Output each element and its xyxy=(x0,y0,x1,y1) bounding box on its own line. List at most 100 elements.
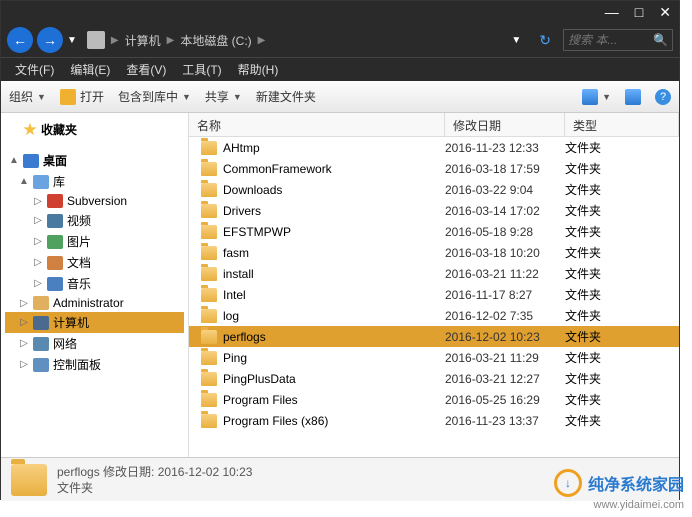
pictures-icon xyxy=(47,235,63,249)
file-type: 文件夹 xyxy=(565,265,679,282)
menu-tools[interactable]: 工具(T) xyxy=(176,59,227,80)
watermark-logo-icon xyxy=(554,469,582,497)
menu-help[interactable]: 帮助(H) xyxy=(232,59,285,80)
file-name: log xyxy=(223,309,445,323)
file-name: Drivers xyxy=(223,204,445,218)
breadcrumb[interactable]: ▶ 计算机 ▶ 本地磁盘 (C:) ▶ xyxy=(87,31,507,49)
tree-documents[interactable]: ▷文档 xyxy=(5,252,184,273)
tree-controlpanel[interactable]: ▷控制面板 xyxy=(5,354,184,375)
folder-icon xyxy=(201,288,217,302)
file-row[interactable]: Downloads2016-03-22 9:04文件夹 xyxy=(189,179,679,200)
back-button[interactable]: ← xyxy=(7,27,33,53)
file-row[interactable]: EFSTMPWP2016-05-18 9:28文件夹 xyxy=(189,221,679,242)
folder-icon xyxy=(201,204,217,218)
organize-button[interactable]: 组织▼ xyxy=(9,88,46,105)
menu-view[interactable]: 查看(V) xyxy=(120,59,172,80)
file-type: 文件夹 xyxy=(565,160,679,177)
details-type: 文件夹 xyxy=(57,480,252,496)
tree-music[interactable]: ▷音乐 xyxy=(5,273,184,294)
tree-network[interactable]: ▷网络 xyxy=(5,333,184,354)
folder-icon xyxy=(201,372,217,386)
col-name[interactable]: 名称 xyxy=(189,113,445,136)
video-icon xyxy=(47,214,63,228)
file-row[interactable]: install2016-03-21 11:22文件夹 xyxy=(189,263,679,284)
file-name: perflogs xyxy=(223,330,445,344)
file-row[interactable]: Program Files2016-05-25 16:29文件夹 xyxy=(189,389,679,410)
tree-video[interactable]: ▷视频 xyxy=(5,210,184,231)
crumb-computer[interactable]: 计算机 xyxy=(125,32,161,49)
folder-icon xyxy=(201,414,217,428)
chevron-right-icon: ▶ xyxy=(258,35,266,46)
include-button[interactable]: 包含到库中▼ xyxy=(118,88,191,105)
file-row[interactable]: Drivers2016-03-14 17:02文件夹 xyxy=(189,200,679,221)
file-name: Downloads xyxy=(223,183,445,197)
file-date: 2016-03-21 11:29 xyxy=(445,351,565,365)
nav-bar: ← → ▼ ▶ 计算机 ▶ 本地磁盘 (C:) ▶ ▼ ↻ 🔍 xyxy=(1,23,679,57)
folder-icon xyxy=(11,464,47,496)
refresh-icon[interactable]: ↻ xyxy=(539,32,551,49)
tree-pictures[interactable]: ▷图片 xyxy=(5,231,184,252)
tree-computer[interactable]: ▷计算机 xyxy=(5,312,184,333)
file-date: 2016-03-21 11:22 xyxy=(445,267,565,281)
search-icon[interactable]: 🔍 xyxy=(653,33,668,47)
folder-icon xyxy=(201,246,217,260)
file-date: 2016-03-18 17:59 xyxy=(445,162,565,176)
file-row[interactable]: Program Files (x86)2016-11-23 13:37文件夹 xyxy=(189,410,679,431)
chevron-right-icon: ▶ xyxy=(111,35,119,46)
file-date: 2016-12-02 10:23 xyxy=(445,330,565,344)
music-icon xyxy=(47,277,63,291)
open-button[interactable]: 打开 xyxy=(60,88,104,105)
star-icon xyxy=(23,123,37,137)
menu-edit[interactable]: 编辑(E) xyxy=(64,59,116,80)
preview-pane-icon[interactable] xyxy=(625,89,641,105)
file-date: 2016-03-14 17:02 xyxy=(445,204,565,218)
file-name: Intel xyxy=(223,288,445,302)
file-type: 文件夹 xyxy=(565,202,679,219)
forward-button[interactable]: → xyxy=(37,27,63,53)
folder-icon xyxy=(201,225,217,239)
file-name: AHtmp xyxy=(223,141,445,155)
file-name: Ping xyxy=(223,351,445,365)
file-date: 2016-05-25 16:29 xyxy=(445,393,565,407)
folder-icon xyxy=(201,393,217,407)
chevron-right-icon: ▶ xyxy=(167,35,175,46)
details-date-label: 修改日期: xyxy=(103,465,154,479)
file-row[interactable]: CommonFramework2016-03-18 17:59文件夹 xyxy=(189,158,679,179)
nav-tree: 收藏夹 ▲桌面 ▲库 ▷Subversion ▷视频 ▷图片 ▷文档 ▷音乐 ▷… xyxy=(1,113,189,457)
folder-icon xyxy=(201,267,217,281)
file-row[interactable]: Intel2016-11-17 8:27文件夹 xyxy=(189,284,679,305)
col-type[interactable]: 类型 xyxy=(565,113,679,136)
file-date: 2016-11-23 12:33 xyxy=(445,141,565,155)
column-headers: 名称 修改日期 类型 xyxy=(189,113,679,137)
folder-icon xyxy=(60,89,76,105)
minimize-button[interactable]: — xyxy=(605,4,619,20)
watermark-url: www.yidaimei.com xyxy=(594,499,684,511)
search-input[interactable] xyxy=(568,33,653,47)
tree-svn[interactable]: ▷Subversion xyxy=(5,192,184,210)
tree-desktop[interactable]: ▲桌面 xyxy=(5,150,184,171)
file-row[interactable]: fasm2016-03-18 10:20文件夹 xyxy=(189,242,679,263)
file-name: EFSTMPWP xyxy=(223,225,445,239)
file-row[interactable]: perflogs2016-12-02 10:23文件夹 xyxy=(189,326,679,347)
crumb-drive[interactable]: 本地磁盘 (C:) xyxy=(180,32,251,49)
help-icon[interactable]: ? xyxy=(655,89,671,105)
search-box[interactable]: 🔍 xyxy=(563,29,673,51)
file-row[interactable]: log2016-12-02 7:35文件夹 xyxy=(189,305,679,326)
path-dropdown-icon[interactable]: ▼ xyxy=(511,35,521,46)
menu-file[interactable]: 文件(F) xyxy=(9,59,60,80)
tree-admin[interactable]: ▷Administrator xyxy=(5,294,184,312)
view-button[interactable]: ▼ xyxy=(582,89,611,105)
file-row[interactable]: PingPlusData2016-03-21 12:27文件夹 xyxy=(189,368,679,389)
toolbar: 组织▼ 打开 包含到库中▼ 共享▼ 新建文件夹 ▼ ? xyxy=(1,81,679,113)
svn-icon xyxy=(47,194,63,208)
file-row[interactable]: Ping2016-03-21 11:29文件夹 xyxy=(189,347,679,368)
share-button[interactable]: 共享▼ xyxy=(205,88,242,105)
newfolder-button[interactable]: 新建文件夹 xyxy=(256,88,316,105)
history-dropdown-icon[interactable]: ▼ xyxy=(67,35,77,46)
close-button[interactable]: ✕ xyxy=(659,4,671,21)
col-date[interactable]: 修改日期 xyxy=(445,113,565,136)
file-row[interactable]: AHtmp2016-11-23 12:33文件夹 xyxy=(189,137,679,158)
tree-libraries[interactable]: ▲库 xyxy=(5,171,184,192)
tree-favorites[interactable]: 收藏夹 xyxy=(5,119,184,140)
maximize-button[interactable]: □ xyxy=(635,4,643,20)
